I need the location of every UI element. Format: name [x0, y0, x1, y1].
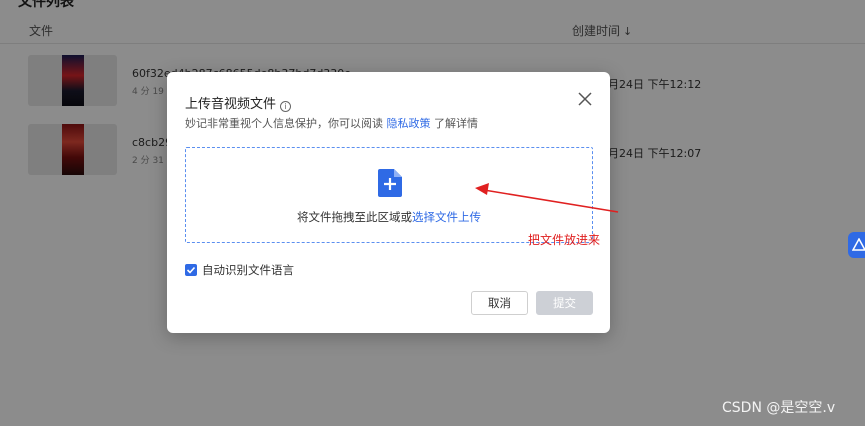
annotation-arrow [475, 183, 619, 213]
watermark: CSDN @是空空.v [722, 400, 836, 416]
side-floating-button[interactable] [848, 232, 865, 258]
cancel-button[interactable]: 取消 [471, 291, 528, 315]
file-add-icon [378, 169, 402, 197]
auto-detect-label: 自动识别文件语言 [202, 263, 294, 277]
drop-text: 将文件拖拽至此区域或 [297, 210, 412, 224]
privacy-policy-link[interactable]: 隐私政策 [387, 117, 431, 130]
auto-detect-checkbox[interactable] [185, 264, 197, 276]
checkmark-icon [186, 266, 196, 274]
feedback-icon [852, 238, 865, 251]
dialog-title-text: 上传音视频文件 [185, 97, 277, 112]
subtitle-prefix: 妙记非常重视个人信息保护，你可以阅读 [185, 117, 387, 130]
close-icon[interactable] [578, 92, 592, 106]
submit-button[interactable]: 提交 [536, 291, 593, 315]
subtitle-suffix: 了解详情 [430, 117, 478, 130]
info-icon[interactable]: i [280, 101, 292, 112]
auto-detect-language-option[interactable]: 自动识别文件语言 [185, 262, 294, 278]
dialog-subtitle: 妙记非常重视个人信息保护，你可以阅读 隐私政策 了解详情 [185, 115, 478, 131]
dialog-title: 上传音视频文件 i [185, 93, 292, 112]
annotation-text: 把文件放进来 [528, 233, 601, 247]
